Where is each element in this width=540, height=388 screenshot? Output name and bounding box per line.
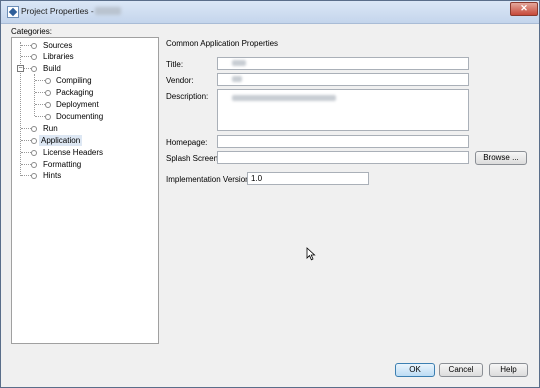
node-icon [31,126,37,132]
description-label: Description: [166,92,209,101]
tree-line [35,104,45,105]
tree-item-sources[interactable]: Sources [41,40,74,51]
tree-line [35,80,45,81]
section-title: Common Application Properties [166,39,279,48]
tree-item-deployment[interactable]: Deployment [54,99,101,110]
node-icon [31,66,37,72]
window-title: Project Properties - [21,6,94,16]
tree-item-run[interactable]: Run [41,123,60,134]
vendor-input[interactable] [217,73,469,86]
mouse-pointer-icon [306,247,316,261]
implementation-version-label: Implementation Version: [166,175,252,184]
tree-item-libraries[interactable]: Libraries [41,51,76,62]
tree-item-build[interactable]: Build [41,63,63,74]
title-bar[interactable]: Project Properties - ✕ [1,1,539,24]
tree-item-documenting[interactable]: Documenting [54,111,105,122]
splash-screen-input[interactable] [217,151,469,164]
tree-item-license-headers[interactable]: License Headers [41,147,105,158]
tree-line [35,116,45,117]
node-icon [31,138,37,144]
node-icon [31,173,37,179]
tree-line [20,42,21,176]
node-icon [45,90,51,96]
tree-item-compiling[interactable]: Compiling [54,75,94,86]
redacted-title-value [232,60,246,66]
redacted-project-name [95,7,121,15]
tree-item-formatting[interactable]: Formatting [41,159,83,170]
node-icon [45,78,51,84]
help-button[interactable]: Help [489,363,528,377]
title-label: Title: [166,60,184,69]
project-properties-dialog: Project Properties - ✕ Categories: − Sou… [0,0,540,388]
splash-screen-label: Splash Screen: [166,154,221,163]
redacted-description-value [232,95,336,101]
redacted-vendor-value [232,76,242,82]
app-icon [7,6,19,18]
title-input[interactable] [217,57,469,70]
node-icon [45,102,51,108]
cancel-button[interactable]: Cancel [439,363,483,377]
tree-item-hints[interactable]: Hints [41,170,63,181]
node-icon [31,150,37,156]
close-icon: ✕ [520,3,528,13]
homepage-input[interactable] [217,135,469,148]
vendor-label: Vendor: [166,76,194,85]
ok-button[interactable]: OK [395,363,435,377]
categories-label: Categories: [11,27,52,36]
implementation-version-input[interactable] [247,172,369,185]
tree-line [35,92,45,93]
browse-button[interactable]: Browse ... [475,151,527,165]
node-icon [31,54,37,60]
node-icon [45,114,51,120]
tree-item-application[interactable]: Application [39,135,83,146]
categories-tree[interactable]: − Sources Libraries Build Compiling Pack… [11,37,159,344]
collapse-icon[interactable]: − [17,65,24,72]
tree-item-packaging[interactable]: Packaging [54,87,95,98]
node-icon [31,162,37,168]
node-icon [31,43,37,49]
close-button[interactable]: ✕ [510,2,538,16]
homepage-label: Homepage: [166,138,208,147]
